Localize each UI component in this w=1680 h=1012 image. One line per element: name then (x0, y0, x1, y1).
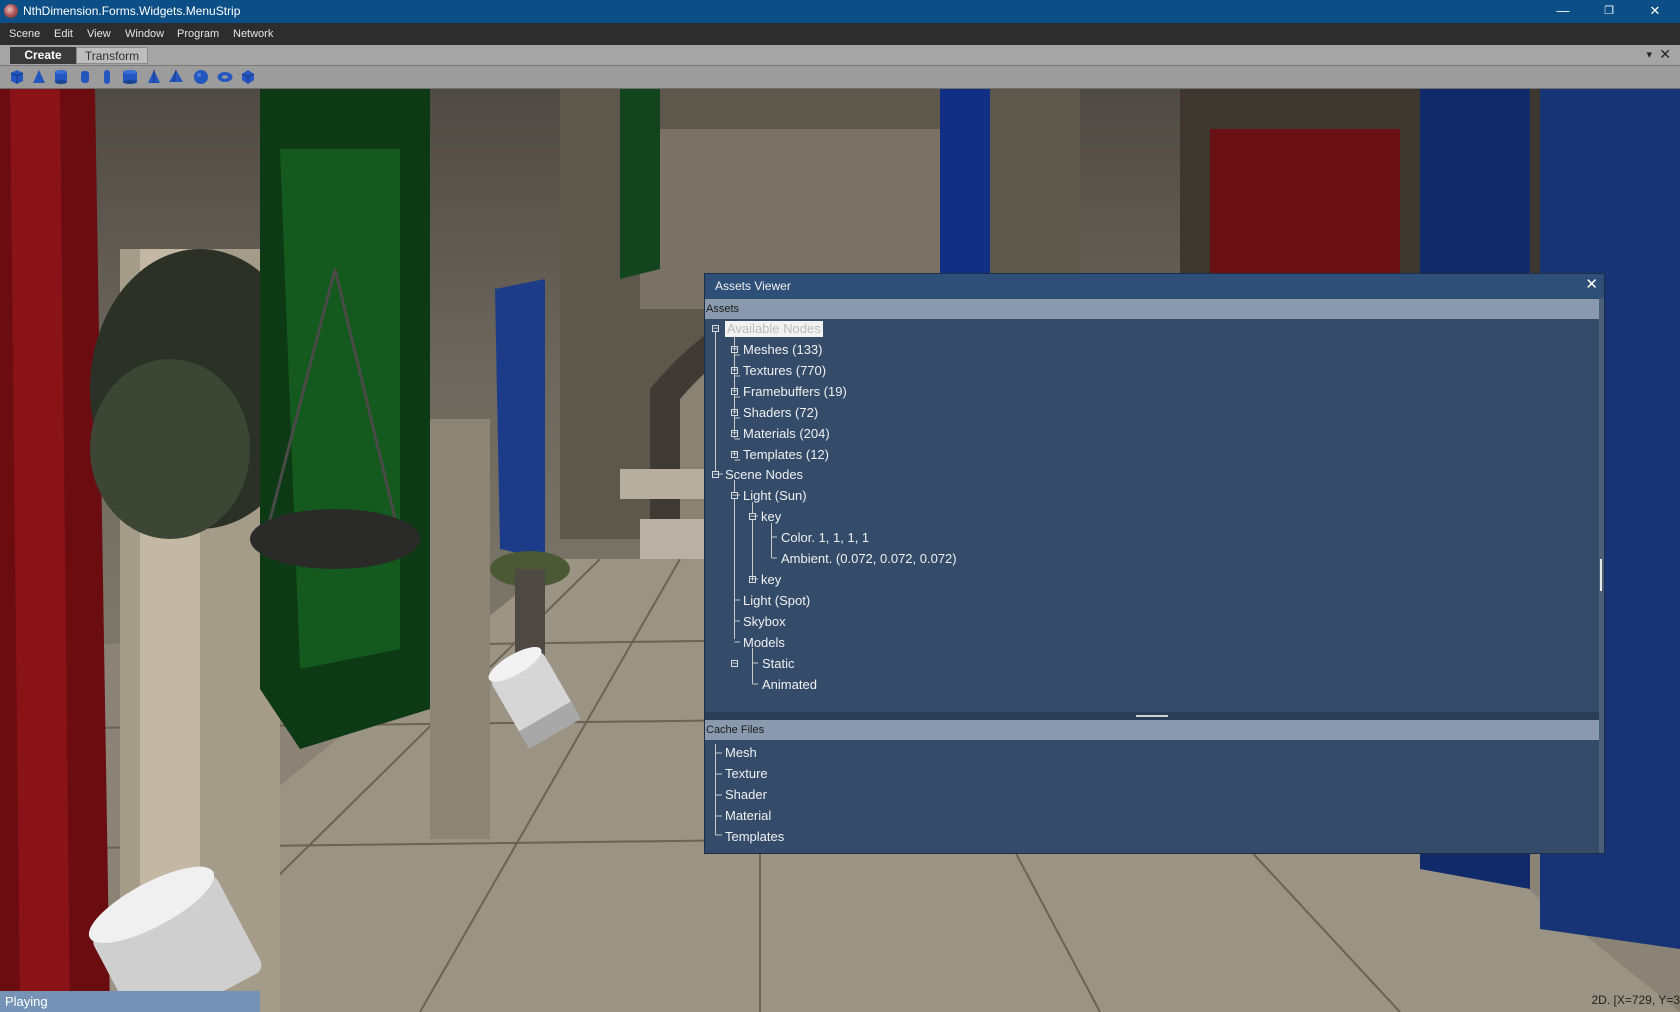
menu-network[interactable]: Network (233, 28, 273, 40)
tree-node-skybox[interactable]: Skybox (743, 614, 786, 630)
collapse-scene-nodes-icon[interactable]: − (712, 470, 719, 479)
tree-node-key-collapsed[interactable]: key (761, 572, 781, 588)
collapse-available-nodes-icon[interactable]: − (712, 324, 719, 333)
tab-strip: Create Transform ▾ ✕ (0, 45, 1680, 66)
cache-item-shader[interactable]: Shader (725, 787, 767, 803)
expand-shaders-icon[interactable]: + (731, 408, 738, 417)
assets-scrollbar-thumb[interactable] (1600, 559, 1602, 591)
icosphere-icon[interactable] (240, 69, 256, 85)
tree-node-light-spot[interactable]: Light (Spot) (743, 593, 810, 609)
tree-node-color[interactable]: Color. 1, 1, 1, 1 (781, 530, 869, 546)
window-title: NthDimension.Forms.Widgets.MenuStrip (23, 4, 241, 18)
menu-bar: Scene Edit View Window Program Network (0, 23, 1680, 45)
collapse-key-icon[interactable]: − (749, 512, 756, 521)
tree-node-templates[interactable]: Templates (12) (743, 447, 829, 463)
tab-create[interactable]: Create (10, 47, 76, 64)
assets-scrollbar[interactable] (1599, 298, 1604, 853)
close-button[interactable]: ✕ (1632, 0, 1678, 23)
expand-templates-icon[interactable]: + (731, 450, 738, 459)
menu-scene[interactable]: Scene (9, 28, 40, 40)
restore-button[interactable]: ❐ (1586, 0, 1632, 23)
tree-node-static[interactable]: Static (762, 656, 795, 672)
cylinder-icon[interactable] (53, 69, 69, 85)
tree-node-ambient[interactable]: Ambient. (0.072, 0.072, 0.072) (781, 551, 957, 567)
expand-materials-icon[interactable]: + (731, 429, 738, 438)
cache-item-templates[interactable]: Templates (725, 829, 784, 845)
tree-node-framebuffers[interactable]: Framebuffers (19) (743, 384, 847, 400)
tree-node-scene-nodes[interactable]: Scene Nodes (725, 467, 803, 483)
cache-item-material[interactable]: Material (725, 808, 771, 824)
close-tabs-icon[interactable]: ✕ (1659, 46, 1671, 63)
tree-node-light-sun[interactable]: Light (Sun) (743, 488, 807, 504)
assets-section-header: Assets (705, 299, 1602, 319)
tree-node-available-nodes[interactable]: Available Nodes (725, 321, 823, 337)
tetrahedron-icon[interactable] (168, 69, 184, 85)
assets-viewer-title-bar[interactable]: Assets Viewer ✕ (705, 274, 1604, 298)
cache-item-texture[interactable]: Texture (725, 766, 768, 782)
drum-icon[interactable] (122, 69, 138, 85)
minimize-button[interactable]: — (1540, 0, 1586, 23)
tree-node-key[interactable]: key (761, 509, 781, 525)
tree-node-meshes[interactable]: Meshes (133) (743, 342, 822, 358)
panel-splitter[interactable] (705, 712, 1601, 720)
menu-view[interactable]: View (87, 28, 111, 40)
torus-icon[interactable] (217, 69, 233, 85)
dropdown-pin-icon[interactable]: ▾ (1646, 48, 1652, 61)
sphere-icon[interactable] (193, 69, 209, 85)
status-label: Playing (0, 991, 260, 1012)
title-bar: NthDimension.Forms.Widgets.MenuStrip — ❐… (0, 0, 1680, 23)
pyramid-icon[interactable] (146, 69, 162, 85)
expand-framebuffers-icon[interactable]: + (731, 387, 738, 396)
expand-key-icon[interactable]: + (749, 575, 756, 584)
tree-lines (715, 325, 777, 685)
menu-window[interactable]: Window (125, 28, 164, 40)
menu-program[interactable]: Program (177, 28, 219, 40)
tree-node-shaders[interactable]: Shaders (72) (743, 405, 818, 421)
shape-toolbar (0, 66, 1680, 89)
coordinate-readout: 2D. [X=729, Y=3 (1591, 993, 1680, 1007)
cache-files-section-header: Cache Files (705, 720, 1602, 740)
tree-node-textures[interactable]: Textures (770) (743, 363, 826, 379)
app-icon (4, 4, 18, 18)
menu-edit[interactable]: Edit (54, 28, 73, 40)
collapse-models-icon[interactable]: − (731, 659, 738, 668)
assets-viewer-window[interactable]: Assets Viewer ✕ Assets − + + + + + + − −… (704, 273, 1605, 854)
splitter-handle[interactable] (1136, 715, 1168, 717)
collapse-light-sun-icon[interactable]: − (731, 491, 738, 500)
capsule-icon[interactable] (77, 69, 93, 85)
cube-icon[interactable] (9, 69, 25, 85)
assets-viewer-close-icon[interactable]: ✕ (1575, 274, 1598, 296)
expand-meshes-icon[interactable]: + (731, 345, 738, 354)
assets-viewer-title: Assets Viewer (715, 279, 791, 293)
expand-textures-icon[interactable]: + (731, 366, 738, 375)
tree-node-animated[interactable]: Animated (762, 677, 817, 693)
cache-item-mesh[interactable]: Mesh (725, 745, 757, 761)
tree-node-materials[interactable]: Materials (204) (743, 426, 830, 442)
cone-icon[interactable] (31, 69, 47, 85)
tree-node-models[interactable]: Models (743, 635, 785, 651)
tab-transform[interactable]: Transform (76, 47, 148, 64)
tube-icon[interactable] (99, 69, 115, 85)
